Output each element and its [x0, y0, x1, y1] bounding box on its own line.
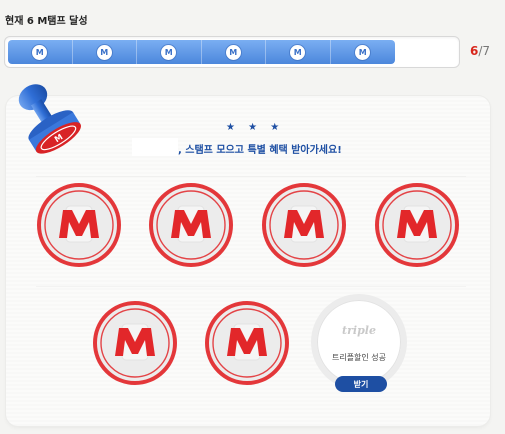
claim-button[interactable]: 받기: [335, 376, 387, 392]
page-title: 현재 6 M탬프 달성: [5, 16, 88, 27]
decorative-stars: ★ ★ ★: [226, 122, 285, 133]
m-brand-icon: M: [290, 44, 306, 60]
stamp-slot: [36, 182, 122, 268]
red-m-stamp-icon: [149, 183, 233, 267]
reward-badge: [317, 300, 401, 384]
banner-headline: , 스탬프 모으고 특별 혜택 받아가세요!: [178, 145, 342, 156]
stamp-slot: [92, 300, 178, 386]
progress-count: 6/7: [470, 44, 490, 58]
stamp-slot: [148, 182, 234, 268]
progress-segment: M: [266, 40, 331, 64]
m-brand-icon: M: [96, 44, 112, 60]
progress-segment: M: [331, 40, 396, 64]
red-m-stamp-icon: [375, 183, 459, 267]
progress-segment: M: [73, 40, 137, 64]
progress-total: 7: [482, 44, 491, 58]
progress-fill: MMMMMM: [8, 40, 395, 64]
progress-segment: M: [202, 40, 266, 64]
board-divider: [36, 286, 466, 287]
stamp-slot: [261, 182, 347, 268]
m-brand-icon: M: [32, 44, 48, 60]
progress-segment: M: [8, 40, 73, 64]
reward-slot: triple 트리플할인 성공 받기: [317, 300, 403, 392]
progress-segment: M: [137, 40, 202, 64]
board-divider: [36, 176, 466, 177]
stamp-progress-bar: MMMMMM: [4, 36, 460, 68]
user-name-field: [132, 138, 178, 156]
m-brand-icon: M: [161, 44, 177, 60]
rubber-stamp-icon: M: [10, 78, 92, 174]
red-m-stamp-icon: [93, 301, 177, 385]
stamp-slot: [374, 182, 460, 268]
triple-logo: triple: [342, 324, 376, 337]
red-m-stamp-icon: [205, 301, 289, 385]
stamp-slot: [204, 300, 290, 386]
red-m-stamp-icon: [262, 183, 346, 267]
red-m-stamp-icon: [37, 183, 121, 267]
m-brand-icon: M: [355, 44, 371, 60]
m-brand-icon: M: [225, 44, 241, 60]
reward-label: 트리플할인 성공: [331, 353, 387, 362]
